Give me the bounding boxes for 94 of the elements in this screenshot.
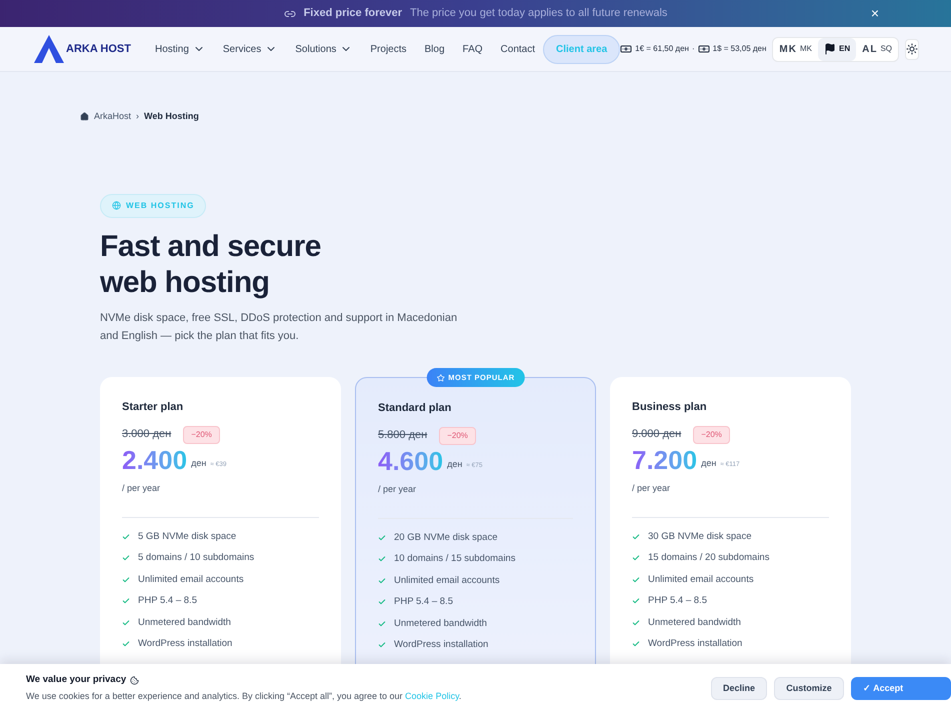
check-icon xyxy=(378,576,386,585)
exchange-rate: 1€ = 61,50 ден xyxy=(635,43,689,55)
cookie-button[interactable]: Decline xyxy=(711,677,767,700)
logo[interactable]: ARKA HOST xyxy=(34,35,131,63)
check-icon xyxy=(122,532,130,541)
check-icon xyxy=(122,554,130,562)
price-currency: ден xyxy=(701,457,716,470)
logo-mark-icon xyxy=(34,35,64,63)
price-currency: ден xyxy=(191,457,206,470)
banknote-icon xyxy=(620,43,632,55)
cookie-button[interactable]: Customize xyxy=(774,677,844,700)
feature-text: Unlimited email accounts xyxy=(394,574,500,588)
plan-name: Starter plan xyxy=(122,400,184,415)
feature-text: 15 domains / 20 subdomains xyxy=(648,551,770,566)
language-button[interactable]: MK MK xyxy=(773,38,818,60)
billing-period: / per year xyxy=(632,482,672,495)
language-button[interactable]: AL SQ xyxy=(856,38,898,60)
check-icon xyxy=(632,597,640,606)
nav-link[interactable]: Services xyxy=(222,42,278,56)
old-price: 9.000 ден xyxy=(632,427,682,442)
check-icon xyxy=(122,618,130,627)
feature-text: 5 domains / 10 subdomains xyxy=(138,551,254,566)
check-icon xyxy=(122,576,130,584)
nav-link[interactable]: Contact xyxy=(500,42,536,56)
page-title: Fast and secure web hosting xyxy=(100,229,322,301)
discount-badge: −20% xyxy=(439,426,476,444)
feature-text: PHP 5.4 – 8.5 xyxy=(648,594,707,608)
theme-toggle-button[interactable] xyxy=(905,38,920,60)
check-icon xyxy=(632,618,640,627)
feature-text: 30 GB NVMe disk space xyxy=(648,530,752,544)
nav-link[interactable]: Hosting xyxy=(154,42,205,56)
flag-code: MK xyxy=(779,42,797,56)
nav-link[interactable]: Projects xyxy=(370,42,407,56)
billing-period: / per year xyxy=(122,482,162,495)
feature-text: Unmetered bandwidth xyxy=(394,616,487,631)
price-currency: ден xyxy=(447,458,462,471)
page-subtitle: NVMe disk space, free SSL, DDoS protection and support in Macedonian and English — pick the plan that fits you. xyxy=(100,311,458,344)
feature-text: 5 GB NVMe disk space xyxy=(138,530,236,544)
plan-name: Standard plan xyxy=(378,401,452,416)
discount-badge: −20% xyxy=(693,426,730,444)
cookie-text: We use cookies for a better experience and analytics. By clicking “Accept all”, you agree to our Cookie Policy. xyxy=(26,690,462,704)
feature-text: Unlimited email accounts xyxy=(138,572,244,587)
old-price: 3.000 ден xyxy=(122,427,172,442)
nav-link[interactable]: Blog xyxy=(424,42,445,56)
feature-text: Unmetered bandwidth xyxy=(648,616,741,630)
check-icon xyxy=(632,554,640,562)
nav-link[interactable]: FAQ xyxy=(462,42,483,56)
check-icon xyxy=(378,641,386,650)
breadcrumb-link[interactable]: ArkaHost xyxy=(94,110,132,124)
breadcrumb-link[interactable]: Web Hosting xyxy=(144,110,199,124)
check-icon xyxy=(122,640,130,648)
nav-link[interactable]: Solutions xyxy=(295,42,352,56)
check-icon xyxy=(378,620,386,628)
sun-icon xyxy=(906,43,918,55)
feature-text: WordPress installation xyxy=(394,638,488,652)
exchange-rate: 1$ = 53,05 ден xyxy=(712,43,766,55)
category-badge: WEB HOSTING xyxy=(100,194,206,218)
check-icon xyxy=(378,534,386,542)
close-button[interactable]: × xyxy=(870,6,879,20)
flag-icon xyxy=(824,43,836,55)
feature-text: WordPress installation xyxy=(648,637,742,652)
billing-period: / per year xyxy=(378,482,418,496)
discount-badge: −20% xyxy=(183,426,220,444)
banknote-icon xyxy=(698,43,710,55)
check-icon xyxy=(632,640,640,648)
rate-separator: · xyxy=(692,43,695,55)
old-price: 5.800 ден xyxy=(378,428,428,444)
announcement-title: Fixed price forever xyxy=(304,6,402,22)
language-button[interactable]: EN xyxy=(818,38,856,60)
breadcrumb-separator: › xyxy=(136,110,140,123)
feature-text: Unlimited email accounts xyxy=(648,572,754,587)
logo-text: ARKA HOST xyxy=(66,42,131,57)
feature-text: PHP 5.4 – 8.5 xyxy=(138,594,197,608)
star-icon xyxy=(436,374,444,382)
check-icon xyxy=(378,598,386,606)
plan-name: Business plan xyxy=(632,400,708,415)
cookie-icon xyxy=(130,676,140,685)
check-icon xyxy=(632,576,640,584)
language-code: EN xyxy=(838,43,850,55)
check-icon xyxy=(122,597,130,606)
language-code: SQ xyxy=(880,43,892,55)
feature-text: WordPress installation xyxy=(138,637,232,652)
feature-text: 10 domains / 15 subdomains xyxy=(394,552,516,566)
check-icon xyxy=(378,555,386,564)
flag-code: AL xyxy=(862,42,878,56)
feature-text: Unmetered bandwidth xyxy=(138,616,231,630)
check-icon xyxy=(632,532,640,541)
feature-text: 20 GB NVMe disk space xyxy=(394,530,498,545)
feature-text: PHP 5.4 – 8.5 xyxy=(394,595,453,610)
globe-icon xyxy=(112,201,121,210)
home-icon xyxy=(80,112,89,122)
announcement-text: The price you get today applies to all future renewals xyxy=(410,6,668,22)
language-code: MK xyxy=(800,43,812,55)
cookie-title: We value your privacy xyxy=(26,673,126,688)
